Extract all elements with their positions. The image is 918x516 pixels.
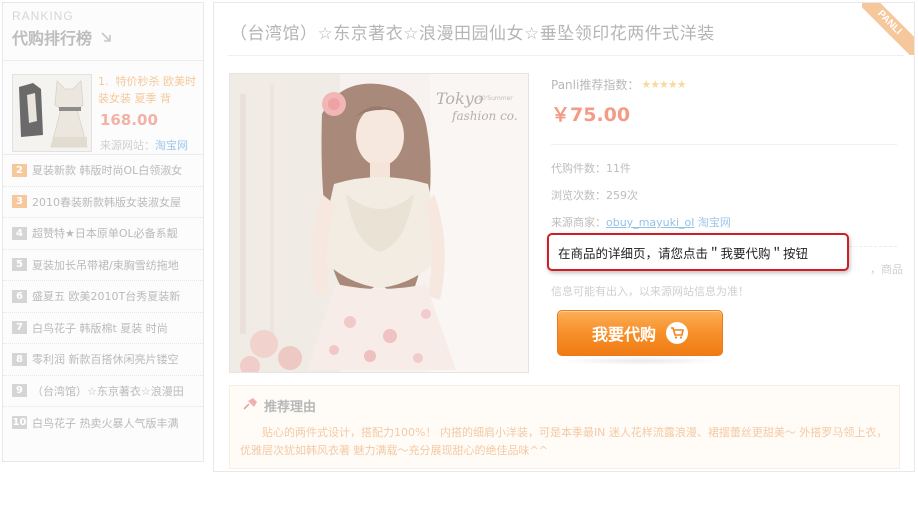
top-item-title-text: 特价秒杀 欧美时装女装 夏季 背	[98, 75, 196, 105]
top-item-title[interactable]: 1. 特价秒杀 欧美时装女装 夏季 背	[98, 73, 200, 107]
reason-header: 推荐理由	[242, 396, 316, 415]
ranking-list-item[interactable]: 10 白鸟花子 热卖火暴人气版丰满	[3, 407, 203, 439]
rank-number-badge: 6	[12, 289, 27, 303]
ranking-item-text[interactable]: 夏装新款 韩版时尚OL白领淑女	[32, 162, 203, 178]
ranking-list-item[interactable]: 4 超赞特★日本原单OL必备系靓	[3, 218, 203, 250]
ranking-title: 代购排行榜	[12, 25, 203, 49]
ranking-item-text[interactable]: （台湾馆）☆东京著衣☆浪漫田	[32, 383, 203, 399]
rank-number-badge: 4	[12, 226, 27, 240]
ranking-list-item[interactable]: 6 盛夏五 欧美2010T台秀夏装新	[3, 281, 203, 313]
rating-row: Panli推荐指数： ★★★★★	[551, 73, 897, 97]
seller-name-link[interactable]: obuy_mayuki_ol	[606, 216, 694, 229]
callout-text: 在商品的详细页，请您点击＂我要代购＂按钮	[558, 245, 809, 261]
product-title: （台湾馆）☆东京著衣☆浪漫田园仙女☆垂坠领印花两件式洋装	[230, 24, 715, 44]
purchase-count-row: 代购件数：11件	[551, 155, 897, 182]
ranking-list-item[interactable]: 8 零利润 新款百搭休闲亮片镂空	[3, 344, 203, 376]
ranking-eng-title: RANKING	[12, 9, 74, 23]
view-count-row: 浏览次数：259次	[551, 182, 897, 209]
ranking-item-text[interactable]: 超赞特★日本原单OL必备系靓	[32, 225, 203, 241]
rank-number-badge: 7	[12, 321, 27, 335]
seller-label: 来源商家：	[551, 216, 606, 229]
ranking-item-text[interactable]: 零利润 新款百搭休闲亮片镂空	[32, 351, 203, 367]
image-brand-text-3: 10'Summer	[478, 95, 513, 102]
ranking-header: RANKING 代购排行榜	[3, 3, 203, 61]
ranking-panel: RANKING 代购排行榜 1. 特价秒杀 欧美时装女装 夏季 背 168.00…	[2, 2, 204, 462]
title-divider	[228, 55, 904, 56]
rank-number-badge: 5	[12, 258, 27, 272]
notice-right-text: ，商品	[870, 263, 903, 276]
top-item-price: 168.00	[100, 111, 158, 129]
ranking-list-item[interactable]: 3 2010春装新款韩版女装淑女屋	[3, 187, 203, 218]
product-image[interactable]: Tokyo fashion co. 10'Summer	[229, 73, 529, 373]
top-item-thumbnail[interactable]	[12, 74, 92, 152]
rating-stars-icon: ★★★★★	[641, 78, 686, 91]
rank-number-badge: 2	[12, 163, 27, 177]
purchase-count-label: 代购件数：	[551, 162, 606, 175]
ranking-list-item[interactable]: 9 （台湾馆）☆东京著衣☆浪漫田	[3, 376, 203, 407]
buy-for-me-button[interactable]: 我要代购	[557, 310, 723, 356]
top-item-source-label: 来源网站：	[100, 139, 155, 152]
reason-title: 推荐理由	[264, 400, 317, 415]
ranking-item-text[interactable]: 2010春装新款韩版女装淑女屋	[32, 194, 203, 210]
product-info: Panli推荐指数： ★★★★★ ￥75.00 代购件数：11件 浏览次数：25…	[551, 71, 897, 247]
arrow-down-right-icon	[100, 31, 112, 43]
ranking-title-text: 代购排行榜	[12, 29, 93, 48]
image-brand-text-1: Tokyo	[436, 89, 483, 108]
info-divider	[551, 144, 897, 145]
seller-site-link[interactable]: 淘宝网	[698, 216, 731, 229]
top-item-rank: 1.	[98, 75, 109, 88]
panli-ribbon-text: PANLI	[862, 3, 914, 55]
buy-button-label: 我要代购	[591, 325, 656, 344]
ranking-item-text[interactable]: 夏装加长吊带裙/束胸雪纺拖地	[32, 257, 203, 273]
view-count-value: 259次	[606, 189, 638, 202]
notice-text: 信息可能有出入，以来源网站信息为准！	[551, 285, 749, 298]
cart-icon	[666, 322, 688, 344]
purchase-count-value: 11件	[606, 162, 631, 175]
ranking-list: 2 夏装新款 韩版时尚OL白领淑女 3 2010春装新款韩版女装淑女屋 4 超赞特★日…	[3, 155, 203, 439]
ranking-item-text[interactable]: 白鸟花子 热卖火暴人气版丰满	[32, 415, 203, 431]
ranking-list-item[interactable]: 2 夏装新款 韩版时尚OL白领淑女	[3, 155, 203, 187]
ranking-item-text[interactable]: 盛夏五 欧美2010T台秀夏装新	[32, 288, 203, 304]
rank-number-badge: 3	[12, 195, 27, 209]
pushpin-icon	[242, 397, 258, 415]
view-count-label: 浏览次数：	[551, 189, 606, 202]
top-item-source-link[interactable]: 淘宝网	[155, 139, 188, 152]
rank-number-badge: 9	[12, 384, 27, 398]
image-brand-text-2: fashion co.	[451, 109, 518, 123]
top-item-source: 来源网站：淘宝网	[100, 137, 188, 153]
button-shadow	[559, 357, 723, 365]
reason-text: 贴心的两件式设计，搭配力100%！ 内搭的细肩小洋装，可是本季最IN 迷人花样流…	[240, 426, 888, 457]
rank-number-badge: 8	[12, 352, 27, 366]
ranking-list-item[interactable]: 7 白鸟花子 韩版棉t 夏装 时尚	[3, 313, 203, 344]
rating-label: Panli推荐指数：	[551, 78, 640, 92]
recommend-reason-box: 推荐理由 贴心的两件式设计，搭配力100%！ 内搭的细肩小洋装，可是本季最IN …	[229, 385, 900, 469]
panli-corner-ribbon: PANLI	[862, 3, 914, 55]
ranking-list-item[interactable]: 5 夏装加长吊带裙/束胸雪纺拖地	[3, 250, 203, 281]
product-price: ￥75.00	[551, 104, 631, 126]
instruction-callout: 在商品的详细页，请您点击＂我要代购＂按钮	[547, 233, 849, 271]
rank-number-badge: 10	[12, 416, 27, 430]
ranking-item-text[interactable]: 白鸟花子 韩版棉t 夏装 时尚	[32, 320, 203, 336]
ranking-top-item[interactable]: 1. 特价秒杀 欧美时装女装 夏季 背 168.00 来源网站：淘宝网	[3, 61, 203, 155]
seller-row: 来源商家：obuy_mayuki_ol 淘宝网	[551, 209, 897, 236]
